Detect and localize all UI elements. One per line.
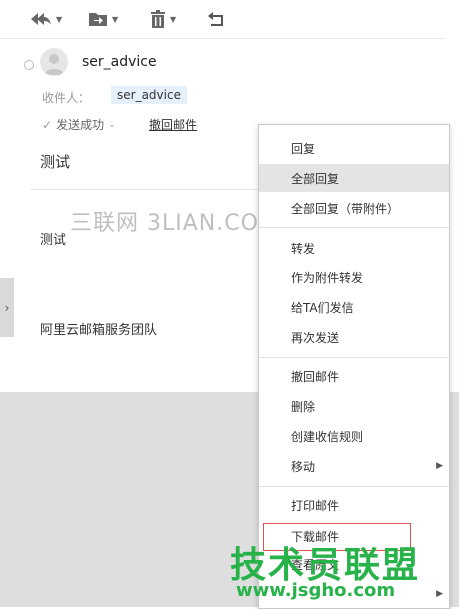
email-body-line: 测试 bbox=[40, 233, 67, 248]
menu-item-mail-them[interactable]: 给TA们发信 bbox=[259, 293, 449, 321]
menu-item-delete[interactable]: 删除 bbox=[259, 392, 449, 420]
chevron-right-icon: › bbox=[4, 300, 10, 315]
move-button[interactable]: ▼ bbox=[88, 8, 118, 30]
user-icon bbox=[44, 54, 64, 75]
menu-item-resend[interactable]: 再次发送 bbox=[259, 323, 449, 351]
undo-icon bbox=[208, 12, 223, 26]
check-icon: ✓ bbox=[42, 117, 53, 132]
divider bbox=[30, 189, 260, 190]
email-subject: 测试 bbox=[40, 153, 71, 171]
chevron-right-icon: ▶ bbox=[436, 461, 443, 471]
reply-all-button[interactable]: ▼ bbox=[30, 8, 62, 30]
send-status[interactable]: ✓ 发送成功 ⌄ bbox=[42, 116, 116, 133]
menu-separator bbox=[259, 357, 449, 358]
chevron-right-icon: ▶ bbox=[436, 589, 443, 599]
menu-separator bbox=[259, 227, 449, 228]
menu-item-reply-all-attachments[interactable]: 全部回复（带附件） bbox=[259, 194, 449, 222]
side-panel-toggle[interactable]: › bbox=[0, 278, 14, 337]
delete-button[interactable]: ▼ bbox=[150, 8, 176, 30]
menu-item-recall[interactable]: 撤回邮件 bbox=[259, 362, 449, 390]
select-radio[interactable] bbox=[24, 60, 34, 70]
sender-name[interactable]: ser_advice bbox=[82, 54, 157, 70]
undo-button[interactable] bbox=[207, 8, 225, 30]
toolbar: ▼ ▼ ▼ bbox=[0, 0, 459, 39]
chevron-down-icon: ▼ bbox=[56, 14, 63, 24]
menu-item-move-label: 移动 bbox=[291, 459, 316, 474]
recipient-label: 收件人： bbox=[42, 91, 91, 105]
email-signature: 阿里云邮箱服务团队 bbox=[40, 323, 158, 338]
reply-all-icon bbox=[31, 13, 51, 25]
menu-item-forward[interactable]: 转发 bbox=[259, 234, 449, 262]
recipient-chip[interactable]: ser_advice bbox=[111, 86, 187, 104]
menu-item-reply[interactable]: 回复 bbox=[259, 134, 449, 162]
chevron-down-icon: ▼ bbox=[112, 14, 119, 24]
menu-item-move[interactable]: 移动 ▶ bbox=[259, 452, 449, 480]
move-icon bbox=[89, 13, 107, 26]
menu-item-forward-as-attachment[interactable]: 作为附件转发 bbox=[259, 263, 449, 291]
chevron-down-icon: ▼ bbox=[170, 14, 177, 24]
menu-item-reply-all[interactable]: 全部回复 bbox=[259, 164, 449, 192]
menu-item-create-rule[interactable]: 创建收信规则 bbox=[259, 422, 449, 450]
delete-icon bbox=[151, 10, 165, 28]
chevron-down-icon: ⌄ bbox=[108, 119, 116, 130]
send-status-text: 发送成功 bbox=[56, 118, 105, 132]
watermark-text: 三联网 3LIAN.COM bbox=[70, 211, 279, 236]
avatar bbox=[40, 48, 68, 76]
menu-separator bbox=[259, 486, 449, 487]
menu-item-print[interactable]: 打印邮件 bbox=[259, 491, 449, 519]
brand-url: www.jsgho.com bbox=[236, 580, 396, 601]
recall-link[interactable]: 撤回邮件 bbox=[149, 116, 197, 133]
